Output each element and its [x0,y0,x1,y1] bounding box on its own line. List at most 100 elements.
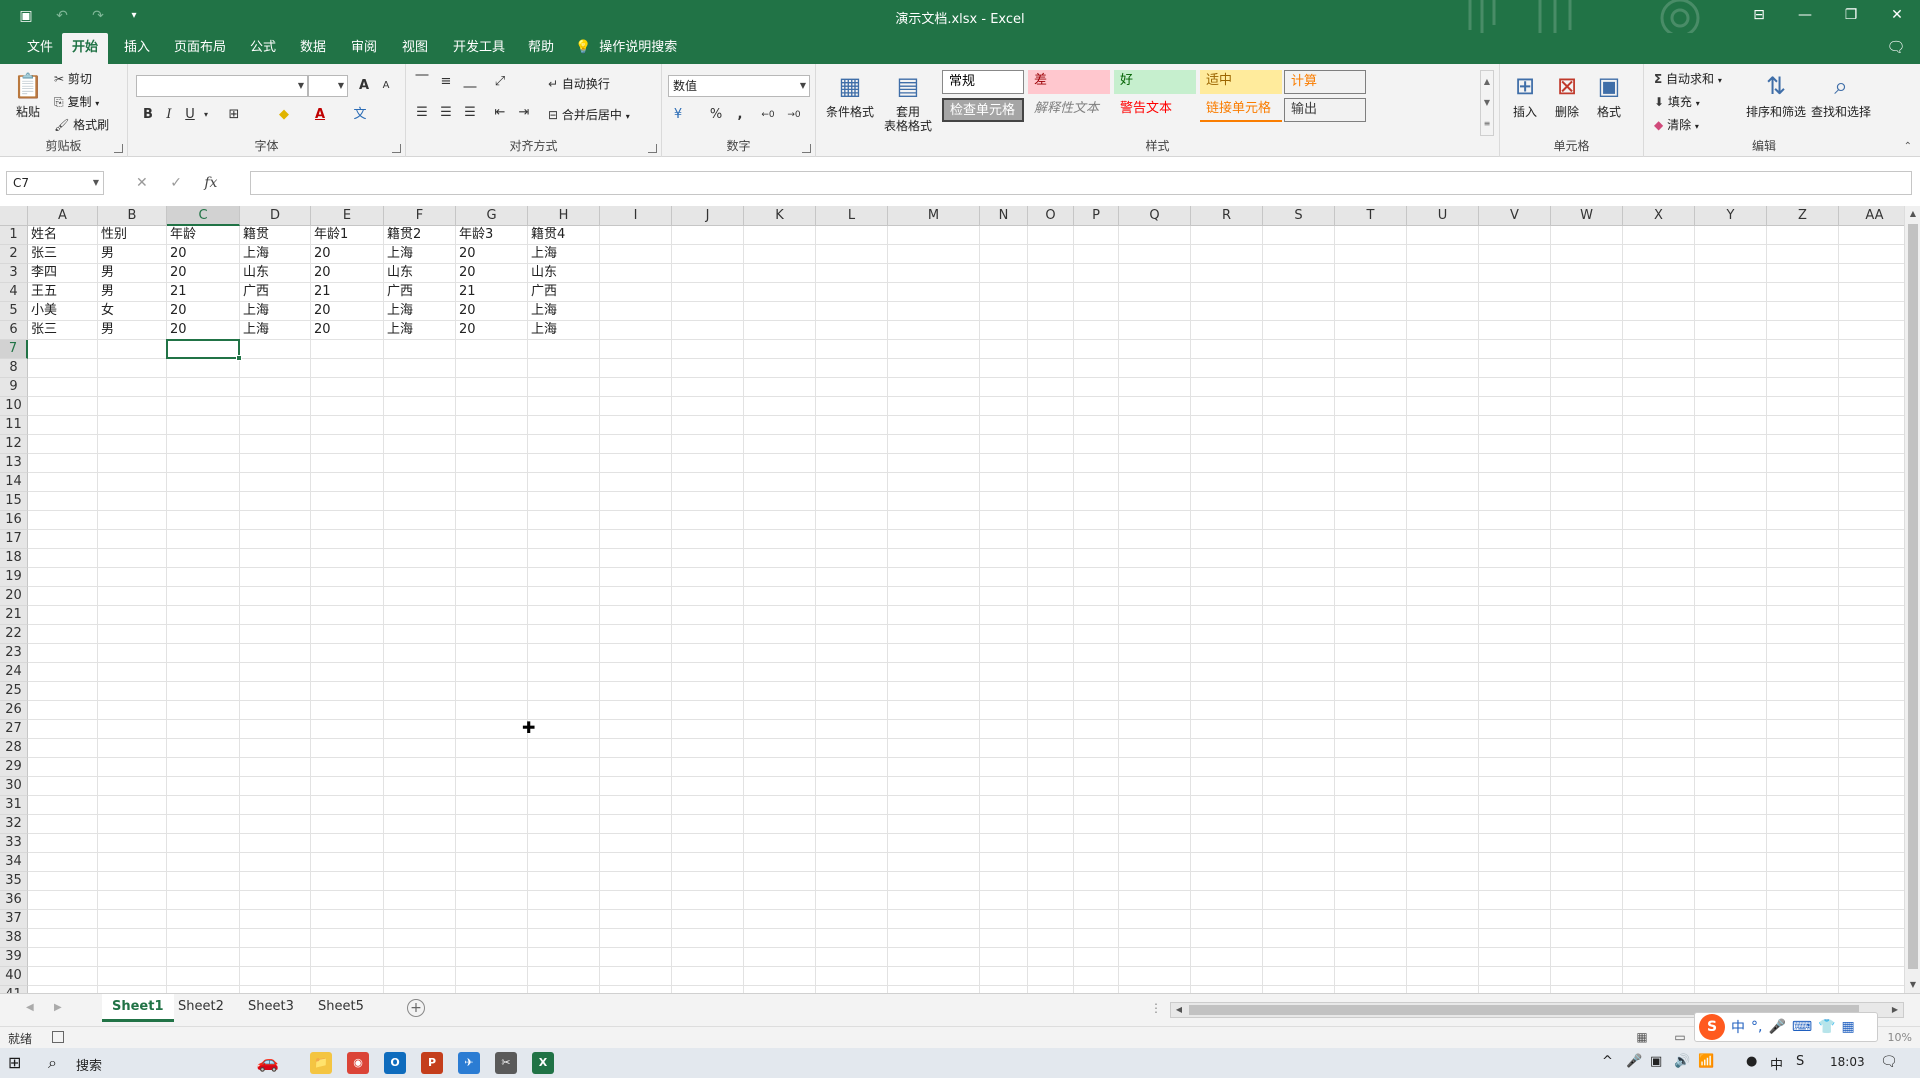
cell-f4[interactable]: 广西 [384,283,456,302]
cell-q5[interactable] [1119,302,1191,321]
cell-h9[interactable] [528,378,600,397]
cell-j27[interactable] [672,720,744,739]
cell-n6[interactable] [980,321,1028,340]
cell-style-6[interactable]: 解释性文本 [1028,98,1110,122]
cell-p12[interactable] [1074,435,1119,454]
cell-f33[interactable] [384,834,456,853]
cell-y10[interactable] [1695,397,1767,416]
cell-w24[interactable] [1551,663,1623,682]
column-header-c[interactable]: C [167,206,240,226]
cell-k22[interactable] [744,625,816,644]
ime-keyboard-icon[interactable]: ⌨ [1792,1019,1812,1035]
cell-aa20[interactable] [1839,587,1904,606]
select-all-corner[interactable] [0,206,28,226]
cell-u12[interactable] [1407,435,1479,454]
cell-g24[interactable] [456,663,528,682]
cell-w8[interactable] [1551,359,1623,378]
next-sheet-icon[interactable]: ▶ [54,1002,62,1013]
cell-k26[interactable] [744,701,816,720]
cell-u2[interactable] [1407,245,1479,264]
cell-f37[interactable] [384,910,456,929]
cell-m8[interactable] [888,359,980,378]
formula-input[interactable] [250,171,1912,195]
cell-f2[interactable]: 上海 [384,245,456,264]
number-launcher-icon[interactable] [802,144,811,153]
cell-w16[interactable] [1551,511,1623,530]
cell-g31[interactable] [456,796,528,815]
cell-x40[interactable] [1623,967,1695,986]
cell-p17[interactable] [1074,530,1119,549]
cell-c24[interactable] [167,663,240,682]
align-left-icon[interactable]: ☰ [412,103,432,123]
cell-h32[interactable] [528,815,600,834]
cell-o36[interactable] [1028,891,1074,910]
cell-o33[interactable] [1028,834,1074,853]
cell-h40[interactable] [528,967,600,986]
row-header[interactable]: 7 [0,340,28,359]
cell-q24[interactable] [1119,663,1191,682]
cell-d24[interactable] [240,663,311,682]
cell-j40[interactable] [672,967,744,986]
cell-g12[interactable] [456,435,528,454]
cell-u17[interactable] [1407,530,1479,549]
cell-l22[interactable] [816,625,888,644]
cell-s26[interactable] [1263,701,1335,720]
cell-y25[interactable] [1695,682,1767,701]
cell-g39[interactable] [456,948,528,967]
cell-d36[interactable] [240,891,311,910]
cell-d37[interactable] [240,910,311,929]
cell-s41[interactable] [1263,986,1335,993]
cell-p33[interactable] [1074,834,1119,853]
tray-item-icon[interactable]: 🔊 [1674,1054,1690,1069]
cell-q10[interactable] [1119,397,1191,416]
cell-b33[interactable] [98,834,167,853]
cell-b8[interactable] [98,359,167,378]
cell-aa15[interactable] [1839,492,1904,511]
cell-c30[interactable] [167,777,240,796]
cell-c27[interactable] [167,720,240,739]
cell-v34[interactable] [1479,853,1551,872]
cell-p20[interactable] [1074,587,1119,606]
row-header[interactable]: 41 [0,986,28,993]
cell-l32[interactable] [816,815,888,834]
cell-q8[interactable] [1119,359,1191,378]
cell-k21[interactable] [744,606,816,625]
cell-t11[interactable] [1335,416,1407,435]
cell-n11[interactable] [980,416,1028,435]
cell-s6[interactable] [1263,321,1335,340]
cell-m4[interactable] [888,283,980,302]
cell-o26[interactable] [1028,701,1074,720]
cell-s32[interactable] [1263,815,1335,834]
cell-p13[interactable] [1074,454,1119,473]
cell-g22[interactable] [456,625,528,644]
cell-l13[interactable] [816,454,888,473]
cell-i30[interactable] [600,777,672,796]
cell-i18[interactable] [600,549,672,568]
cell-t38[interactable] [1335,929,1407,948]
cell-y23[interactable] [1695,644,1767,663]
cell-a2[interactable]: 张三 [28,245,98,264]
cell-a16[interactable] [28,511,98,530]
cell-p28[interactable] [1074,739,1119,758]
tab-help[interactable]: 帮助 [518,33,564,64]
cell-q33[interactable] [1119,834,1191,853]
cell-t2[interactable] [1335,245,1407,264]
cell-p41[interactable] [1074,986,1119,993]
cell-a4[interactable]: 王五 [28,283,98,302]
cell-j25[interactable] [672,682,744,701]
cell-c39[interactable] [167,948,240,967]
cell-x9[interactable] [1623,378,1695,397]
cell-f1[interactable]: 籍贯2 [384,226,456,245]
cell-s31[interactable] [1263,796,1335,815]
cell-p15[interactable] [1074,492,1119,511]
cell-k27[interactable] [744,720,816,739]
cell-a7[interactable] [28,340,98,359]
cancel-icon[interactable]: ✕ [136,175,148,191]
cell-p11[interactable] [1074,416,1119,435]
cell-o38[interactable] [1028,929,1074,948]
cell-k4[interactable] [744,283,816,302]
cell-s3[interactable] [1263,264,1335,283]
cell-f14[interactable] [384,473,456,492]
align-bottom-icon[interactable]: ⎽ [460,72,480,92]
row-header[interactable]: 14 [0,473,28,492]
